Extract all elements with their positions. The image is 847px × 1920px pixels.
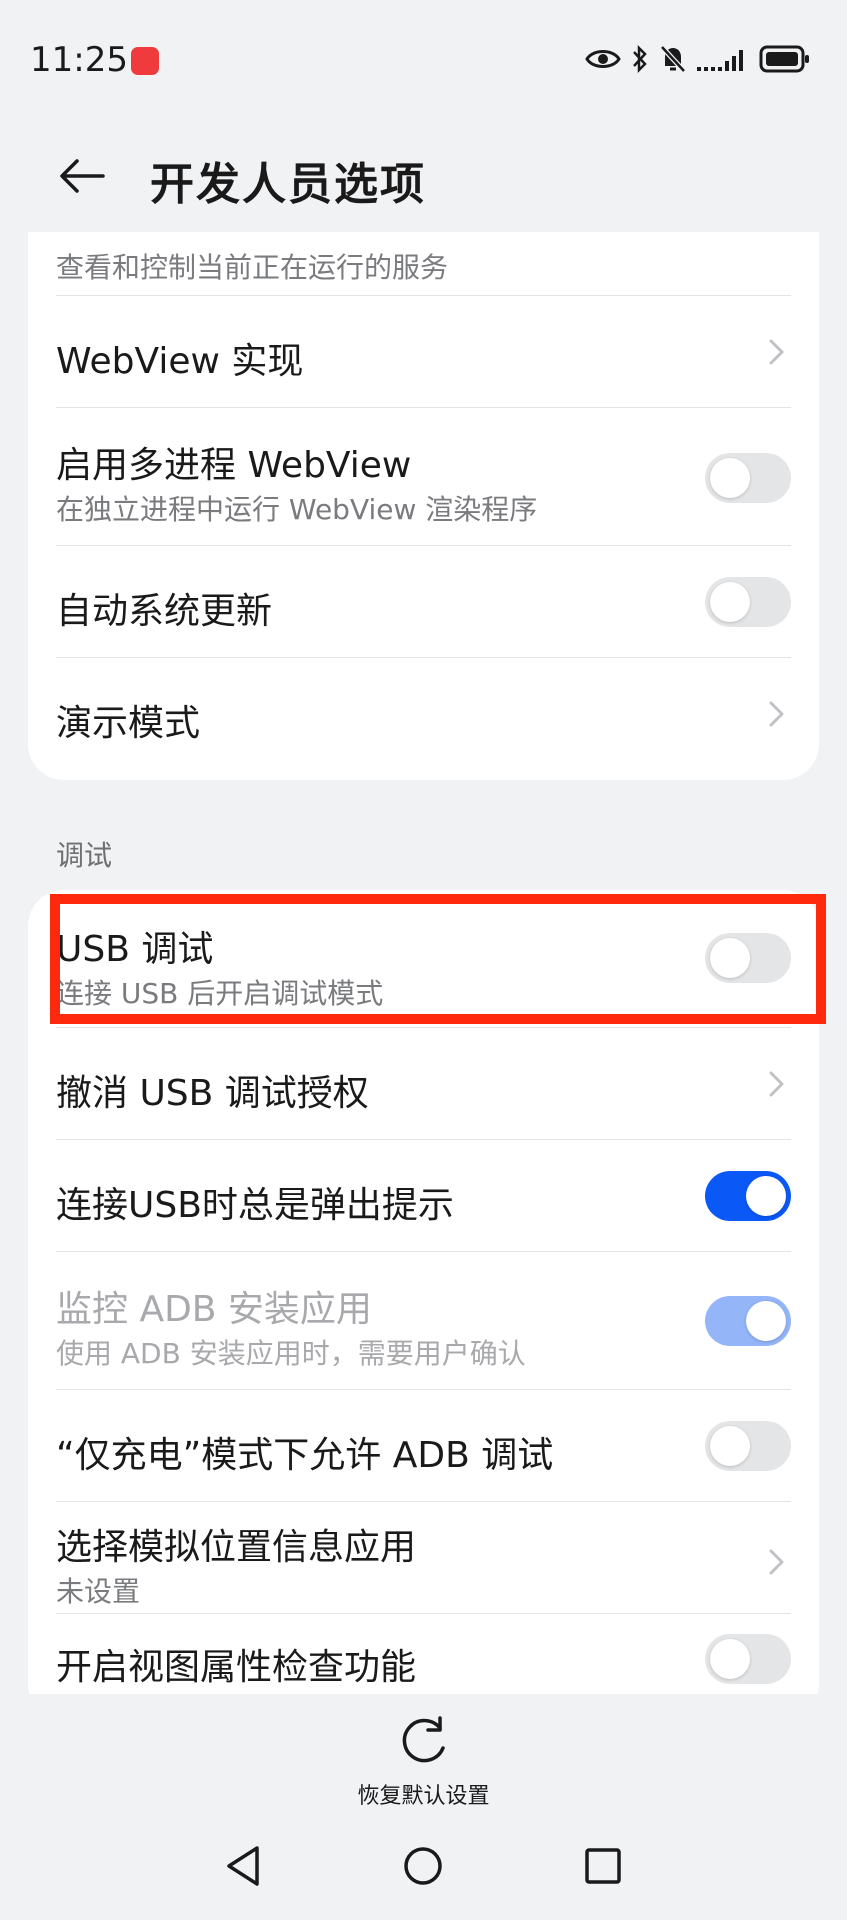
reset-icon xyxy=(402,1716,445,1763)
card-general: 查看和控制当前正在运行的服务 WebView 实现 启用多进程 WebView … xyxy=(28,232,819,780)
row-title: 自动系统更新 xyxy=(56,591,273,632)
chevron-right-icon xyxy=(769,1071,784,1097)
row-title: 监控 ADB 安装应用 xyxy=(56,1289,372,1330)
row-title: 启用多进程 WebView xyxy=(56,445,412,486)
mute-icon xyxy=(660,45,686,73)
bluetooth-icon xyxy=(633,44,647,74)
charge-only-adb-toggle[interactable] xyxy=(705,1421,791,1471)
chevron-right-icon xyxy=(769,1549,784,1575)
back-button[interactable] xyxy=(52,146,112,206)
row-title: USB 调试 xyxy=(56,929,214,970)
running-services-item[interactable]: 查看和控制当前正在运行的服务 xyxy=(28,232,819,296)
multiprocess-webview-toggle[interactable] xyxy=(705,453,791,503)
page-title: 开发人员选项 xyxy=(150,159,426,210)
usb-debugging-toggle[interactable] xyxy=(705,933,791,983)
row-subtitle: 连接 USB 后开启调试模式 xyxy=(56,977,384,1010)
chevron-right-icon xyxy=(769,339,784,365)
auto-system-update-toggle[interactable] xyxy=(705,577,791,627)
battery-icon xyxy=(759,45,809,73)
row-subtitle: 在独立进程中运行 WebView 渲染程序 xyxy=(56,493,538,526)
webview-impl-item[interactable]: WebView 实现 xyxy=(28,296,819,408)
row-subtitle: 使用 ADB 安装应用时，需要用户确认 xyxy=(56,1337,526,1370)
nav-back-icon xyxy=(227,1846,259,1886)
view-attribute-inspection-toggle[interactable] xyxy=(705,1634,791,1684)
multiprocess-webview-item[interactable]: 启用多进程 WebView 在独立进程中运行 WebView 渲染程序 xyxy=(28,408,819,546)
status-bar: 11:25 xyxy=(0,0,847,120)
revoke-usb-auth-item[interactable]: 撤消 USB 调试授权 xyxy=(28,1028,819,1140)
nav-back-button[interactable] xyxy=(213,1836,273,1896)
navigation-bar xyxy=(0,1820,847,1920)
usb-connect-prompt-item[interactable]: 连接USB时总是弹出提示 xyxy=(28,1140,819,1252)
signal-icon xyxy=(697,50,743,71)
section-label-debug: 调试 xyxy=(56,839,113,872)
back-arrow-icon xyxy=(60,159,105,193)
row-subtitle: 未设置 xyxy=(56,1575,141,1608)
reset-defaults-label: 恢复默认设置 xyxy=(357,1784,490,1809)
header: 开发人员选项 xyxy=(0,120,847,230)
row-subtitle: 查看和控制当前正在运行的服务 xyxy=(56,251,449,284)
nav-home-icon xyxy=(404,1847,442,1885)
nav-home-button[interactable] xyxy=(393,1836,453,1896)
mock-location-app-item[interactable]: 选择模拟位置信息应用 未设置 xyxy=(28,1502,819,1614)
status-icons xyxy=(585,44,811,74)
view-attribute-inspection-item[interactable]: 开启视图属性检查功能 xyxy=(28,1614,819,1694)
app-notification-icon xyxy=(131,47,159,75)
usb-debugging-item[interactable]: USB 调试 连接 USB 后开启调试模式 xyxy=(28,890,819,1028)
charge-only-adb-item[interactable]: “仅充电”模式下允许 ADB 调试 xyxy=(28,1390,819,1502)
row-title: 开启视图属性检查功能 xyxy=(56,1647,417,1688)
row-title: 演示模式 xyxy=(56,703,201,744)
usb-connect-prompt-toggle[interactable] xyxy=(705,1171,791,1221)
row-title: 选择模拟位置信息应用 xyxy=(56,1527,417,1568)
nav-recents-button[interactable] xyxy=(573,1836,633,1896)
eye-icon xyxy=(585,50,621,68)
status-time: 11:25 xyxy=(30,40,128,80)
demo-mode-item[interactable]: 演示模式 xyxy=(28,658,819,780)
monitor-adb-install-toggle[interactable] xyxy=(705,1296,791,1346)
card-debug: USB 调试 连接 USB 后开启调试模式 撤消 USB 调试授权 连接USB时… xyxy=(28,890,819,1694)
settings-list[interactable]: 查看和控制当前正在运行的服务 WebView 实现 启用多进程 WebView … xyxy=(0,232,847,1694)
auto-system-update-item[interactable]: 自动系统更新 xyxy=(28,546,819,658)
chevron-right-icon xyxy=(769,701,784,727)
row-title: 撤消 USB 调试授权 xyxy=(56,1073,369,1114)
row-title: “仅充电”模式下允许 ADB 调试 xyxy=(56,1435,554,1476)
row-title: 连接USB时总是弹出提示 xyxy=(56,1185,454,1226)
nav-recents-icon xyxy=(585,1848,621,1884)
row-title: WebView 实现 xyxy=(56,341,304,382)
bottom-action-bar: 恢复默认设置 xyxy=(0,1694,847,1814)
monitor-adb-install-item[interactable]: 监控 ADB 安装应用 使用 ADB 安装应用时，需要用户确认 xyxy=(28,1252,819,1390)
reset-defaults-button[interactable]: 恢复默认设置 xyxy=(340,1708,507,1809)
